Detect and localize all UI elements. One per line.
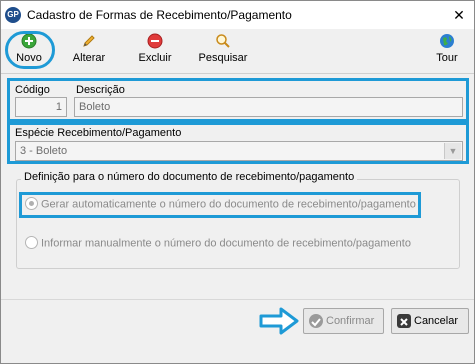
arrow-right-icon <box>259 307 299 335</box>
chevron-down-icon[interactable]: ▼ <box>444 143 461 159</box>
confirmar-button[interactable]: Confirmar <box>303 308 384 334</box>
search-icon <box>216 34 230 48</box>
radio-manual[interactable]: Informar manualmente o número do documen… <box>25 236 411 250</box>
excluir-button[interactable]: Excluir <box>134 33 176 69</box>
radio-manual-label: Informar manualmente o número do documen… <box>41 237 411 250</box>
novo-highlight-annotation <box>5 31 55 69</box>
codigo-field[interactable]: 1 <box>15 97 67 117</box>
app-icon: GP <box>5 7 21 23</box>
globe-icon <box>440 34 454 48</box>
window-title: Cadastro de Formas de Recebimento/Pagame… <box>27 8 292 22</box>
pencil-icon <box>83 35 95 47</box>
radio-auto[interactable]: Gerar automaticamente o número do docume… <box>25 197 416 211</box>
confirmar-label: Confirmar <box>326 315 375 327</box>
pesquisar-button[interactable]: Pesquisar <box>195 33 251 69</box>
delete-icon <box>147 33 163 49</box>
alterar-button[interactable]: Alterar <box>67 33 111 69</box>
alterar-label: Alterar <box>72 52 106 64</box>
especie-select[interactable]: 3 - Boleto ▼ <box>15 141 463 161</box>
dialog-window: GP Cadastro de Formas de Recebimento/Pag… <box>0 0 475 364</box>
cancelar-button[interactable]: Cancelar <box>391 308 469 334</box>
tour-label: Tour <box>436 52 458 64</box>
cancelar-label: Cancelar <box>414 315 459 327</box>
radio-auto-indicator[interactable] <box>25 197 38 210</box>
radio-auto-label: Gerar automaticamente o número do docume… <box>41 198 416 211</box>
cancel-icon <box>397 314 411 328</box>
tour-button[interactable]: Tour <box>431 33 463 69</box>
descricao-field[interactable]: Boleto <box>74 97 463 117</box>
toolbar: Novo Alterar Excluir Pesquisar Tour <box>1 29 474 74</box>
title-bar: GP Cadastro de Formas de Recebimento/Pag… <box>1 1 474 29</box>
close-button[interactable]: ✕ <box>444 1 474 29</box>
check-icon <box>309 314 323 328</box>
radio-manual-indicator[interactable] <box>25 236 38 249</box>
descricao-label: Descrição <box>76 84 125 96</box>
especie-value: 3 - Boleto <box>20 145 68 157</box>
pesquisar-label: Pesquisar <box>198 52 248 64</box>
especie-label: Espécie Recebimento/Pagamento <box>15 127 182 139</box>
codigo-label: Código <box>15 84 50 96</box>
excluir-label: Excluir <box>138 52 172 64</box>
footer-divider <box>1 299 474 300</box>
group-legend: Definição para o número do documento de … <box>21 171 358 183</box>
